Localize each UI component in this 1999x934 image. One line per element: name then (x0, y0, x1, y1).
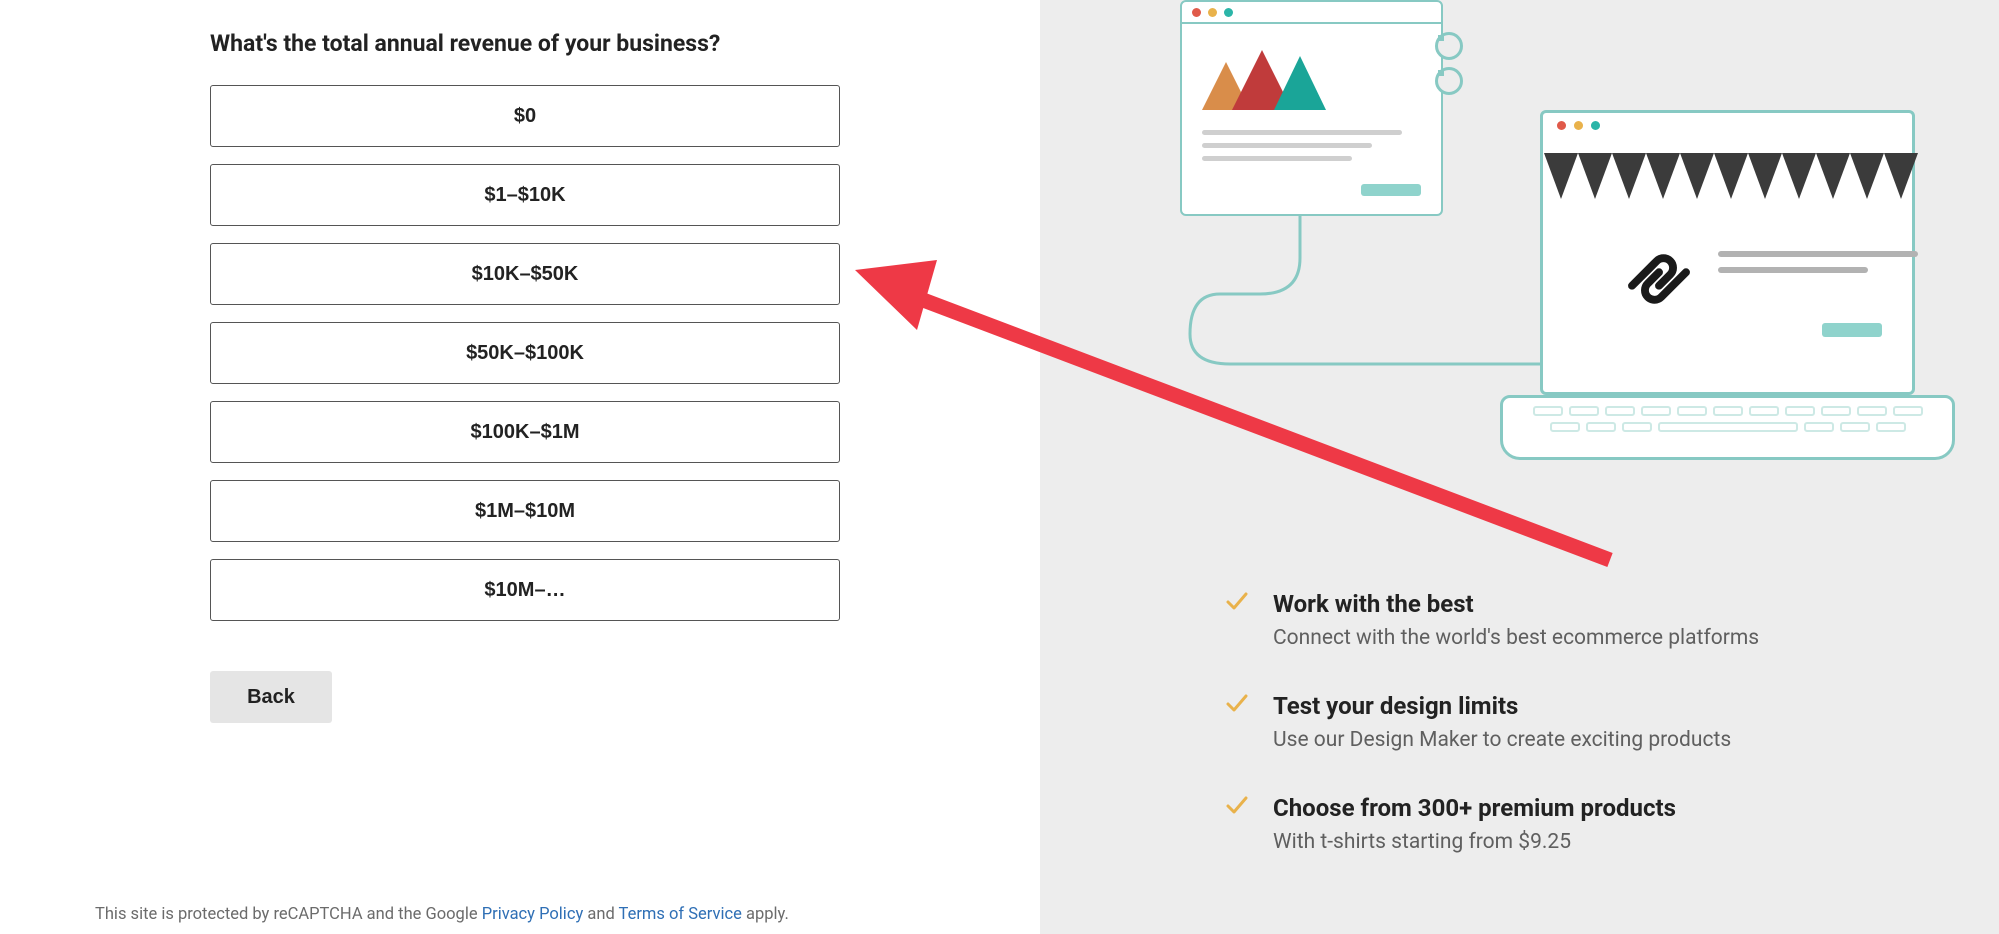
feature-desc: With t-shirts starting from $9.25 (1273, 830, 1676, 854)
browser-window-illustration (1180, 0, 1443, 216)
back-button[interactable]: Back (210, 671, 332, 723)
feature-title: Choose from 300+ premium products (1273, 794, 1676, 822)
squarespace-logo-icon (1623, 243, 1695, 315)
feature-item: Work with the best Connect with the worl… (1225, 590, 1959, 650)
text-lines-illustration (1718, 251, 1918, 273)
form-heading: What's the total annual revenue of your … (210, 30, 1040, 57)
check-icon (1225, 692, 1249, 716)
text-lines-illustration (1202, 130, 1402, 161)
window-dot-teal-icon (1224, 8, 1233, 17)
revenue-options: $0 $1–$10K $10K–$50K $50K–$100K $100K–$1… (210, 85, 840, 621)
footer-text: apply. (742, 905, 789, 924)
tos-link[interactable]: Terms of Service (619, 905, 742, 924)
revenue-option[interactable]: $50K–$100K (210, 322, 840, 384)
feature-desc: Connect with the world's best ecommerce … (1273, 626, 1759, 650)
window-titlebar (1182, 2, 1441, 24)
mountains-icon (1202, 50, 1326, 110)
feature-title: Test your design limits (1273, 692, 1731, 720)
button-illustration (1361, 184, 1421, 196)
window-dot-red-icon (1192, 8, 1201, 17)
revenue-option[interactable]: $1–$10K (210, 164, 840, 226)
revenue-option[interactable]: $10K–$50K (210, 243, 840, 305)
recaptcha-footer: This site is protected by reCAPTCHA and … (95, 905, 789, 924)
window-dot-yellow-icon (1208, 8, 1217, 17)
revenue-option[interactable]: $100K–$1M (210, 401, 840, 463)
footer-text: This site is protected by reCAPTCHA and … (95, 905, 482, 924)
check-icon (1225, 590, 1249, 614)
feature-item: Choose from 300+ premium products With t… (1225, 794, 1959, 854)
check-icon (1225, 794, 1249, 818)
window-dot-teal-icon (1591, 121, 1600, 130)
feature-title: Work with the best (1273, 590, 1759, 618)
window-dot-yellow-icon (1574, 121, 1583, 130)
feature-desc: Use our Design Maker to create exciting … (1273, 728, 1731, 752)
illustration-panel: Work with the best Connect with the worl… (1040, 0, 1999, 934)
footer-text: and (583, 905, 618, 924)
revenue-option[interactable]: $10M–… (210, 559, 840, 621)
window-dot-red-icon (1557, 121, 1566, 130)
laptop-illustration (1500, 110, 1955, 460)
privacy-link[interactable]: Privacy Policy (482, 905, 584, 924)
feature-item: Test your design limits Use our Design M… (1225, 692, 1959, 752)
awning-illustration (1544, 153, 1921, 199)
revenue-option[interactable]: $0 (210, 85, 840, 147)
laptop-titlebar (1543, 113, 1912, 137)
features-list: Work with the best Connect with the worl… (1225, 590, 1959, 854)
revenue-option[interactable]: $1M–$10M (210, 480, 840, 542)
form-panel: What's the total annual revenue of your … (0, 0, 1040, 934)
keyboard-illustration (1500, 395, 1955, 460)
button-illustration (1822, 323, 1882, 337)
